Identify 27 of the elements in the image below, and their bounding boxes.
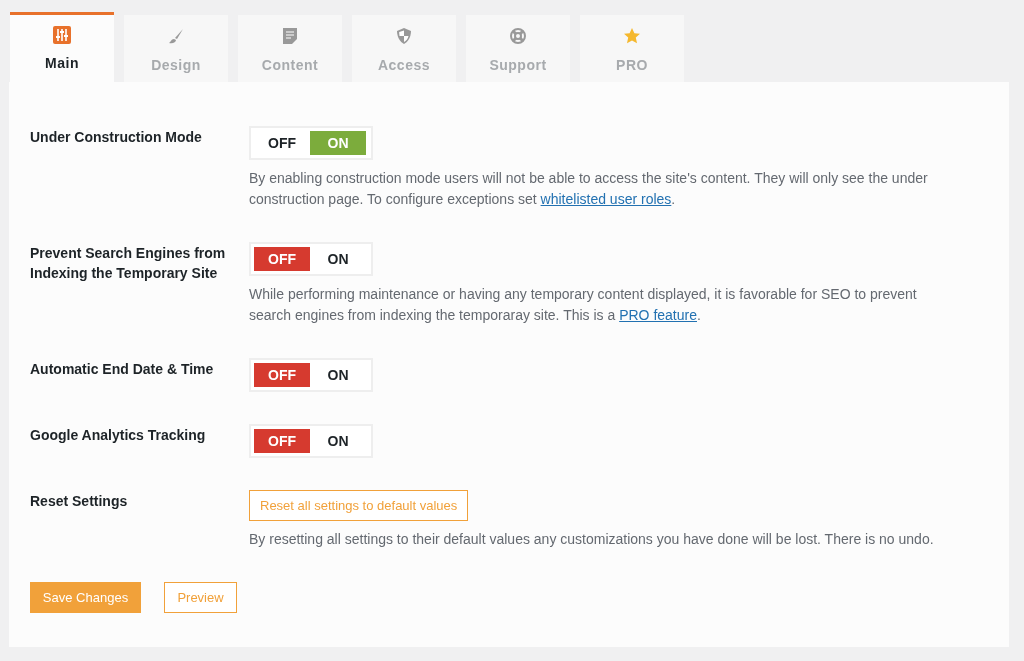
setting-label: Google Analytics Tracking [30, 426, 207, 445]
lifebuoy-icon [509, 27, 527, 45]
setting-label: Automatic End Date & Time [30, 360, 215, 379]
tab[interactable]: Support [466, 15, 570, 82]
tab[interactable]: Access [352, 15, 456, 82]
setting-description: While performing maintenance or having any temporary content displayed, it is favorable for SEO to prevent search engines from indexing the temporaray site. This is a PRO feature. [249, 285, 918, 325]
star-icon [623, 27, 641, 45]
setting-description: By resetting all settings to their default values any customizations you have done will be lost. There is no undo. [249, 530, 935, 549]
save-changes-button[interactable]: Save Changes [30, 582, 141, 613]
on-off-switch[interactable]: OFF ON [249, 126, 373, 160]
tab[interactable]: Main [10, 12, 114, 82]
shield-icon [395, 27, 413, 45]
tab[interactable]: Design [124, 15, 228, 82]
on-off-switch[interactable]: OFF ON [249, 242, 373, 276]
setting-label: Under Construction Mode [30, 128, 203, 147]
link[interactable]: PRO feature [619, 307, 697, 323]
preview-button[interactable]: Preview [164, 582, 237, 613]
document-icon [281, 27, 299, 45]
setting-label: Reset Settings [30, 492, 129, 511]
sliders-icon [53, 26, 71, 44]
tab[interactable]: Content [238, 15, 342, 82]
setting-description: By enabling construction mode users will not be able to access the site's content. They will only see the under construction page. To configure exceptions set whitelisted user roles. [249, 169, 929, 209]
reset-settings-button[interactable]: Reset all settings to default values [249, 490, 469, 521]
setting-label: Prevent Search Engines from Indexing the Temporary Site [30, 244, 227, 283]
on-off-switch[interactable]: OFF ON [249, 424, 373, 458]
on-off-switch[interactable]: OFF ON [249, 358, 373, 392]
tab[interactable]: PRO [580, 15, 684, 82]
